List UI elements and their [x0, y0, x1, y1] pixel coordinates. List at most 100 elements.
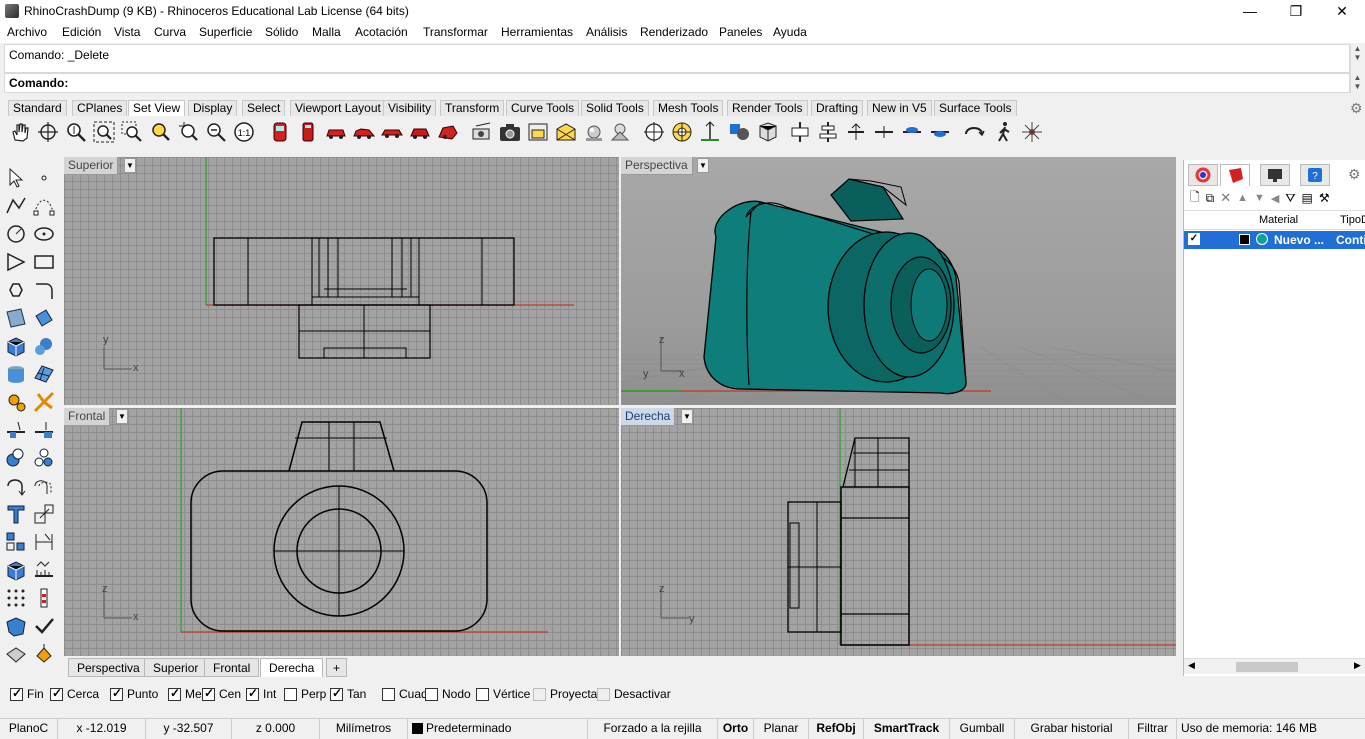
car-back-view-icon[interactable]: [380, 120, 404, 144]
menu-analisis[interactable]: Análisis: [586, 25, 627, 39]
group-icon[interactable]: [4, 530, 28, 554]
material-tool-icon[interactable]: ⚒: [1319, 191, 1330, 205]
viewport-front[interactable]: Frontal ▼ z x: [64, 408, 619, 656]
rectangle-icon[interactable]: [32, 250, 56, 274]
panel-tab-materials-icon[interactable]: [1220, 164, 1250, 186]
menu-edicion[interactable]: Edición: [62, 25, 101, 39]
material-row-check-icon[interactable]: ✓: [1188, 233, 1200, 245]
zoom-window-icon[interactable]: [120, 120, 144, 144]
analyze-icon[interactable]: [32, 586, 56, 610]
menu-acotacion[interactable]: Acotación: [355, 25, 408, 39]
col-type[interactable]: TipoD: [1340, 214, 1365, 226]
grid-dots-icon[interactable]: [4, 586, 28, 610]
osnap-cuad[interactable]: Cuad: [382, 687, 428, 701]
named-view-red2-icon[interactable]: [296, 120, 320, 144]
osnap-checkbox[interactable]: [425, 687, 438, 701]
minimize-button[interactable]: —: [1227, 0, 1273, 22]
osnap-tan[interactable]: Tan: [330, 686, 366, 701]
menu-solido[interactable]: Sólido: [265, 25, 298, 39]
osnap-fin[interactable]: Fin: [10, 686, 44, 701]
viewport-tab-derecha[interactable]: Derecha: [260, 658, 324, 677]
osnap-nodo[interactable]: Nodo: [425, 687, 471, 701]
menu-renderizado[interactable]: Renderizado: [640, 25, 708, 39]
fillet-curve-icon[interactable]: [32, 278, 56, 302]
toolbar-settings-gear-icon[interactable]: ⚙: [1350, 100, 1363, 117]
viewport-tab-perspectiva[interactable]: Perspectiva: [68, 658, 149, 677]
tab-standard[interactable]: Standard: [8, 100, 67, 116]
scale-icon[interactable]: [32, 502, 56, 526]
osnap-proyectar[interactable]: Proyectar: [533, 687, 601, 701]
status-gumball[interactable]: Gumball: [950, 719, 1015, 739]
zoom-1to1-icon[interactable]: 1:1: [232, 120, 256, 144]
osnap-checkbox[interactable]: [284, 687, 297, 701]
status-layer[interactable]: Predeterminado: [408, 719, 588, 739]
ellipse-icon[interactable]: [32, 222, 56, 246]
tilt-view-icon[interactable]: [788, 120, 812, 144]
osnap-checkbox[interactable]: [110, 686, 123, 701]
viewport-tab-frontal[interactable]: Frontal: [204, 658, 260, 677]
array-icon[interactable]: [32, 446, 56, 470]
material-library-icon[interactable]: ▤: [1301, 191, 1312, 205]
arc-icon[interactable]: [4, 250, 28, 274]
surface-blue-icon[interactable]: [4, 614, 28, 638]
menu-vista[interactable]: Vista: [114, 25, 140, 39]
status-osnap[interactable]: RefObj: [809, 719, 864, 739]
ruler-icon[interactable]: [32, 558, 56, 582]
status-units[interactable]: Milímetros: [320, 719, 408, 739]
panel-settings-gear-icon[interactable]: ⚙: [1348, 166, 1361, 183]
trim-icon[interactable]: [32, 418, 56, 442]
spotlight-icon[interactable]: [608, 120, 632, 144]
osnap-checkbox[interactable]: [533, 687, 546, 701]
tab-visibility[interactable]: Visibility: [383, 100, 437, 116]
tab-viewport-layout[interactable]: Viewport Layout: [290, 100, 386, 116]
panel-tab-display-icon[interactable]: [1260, 164, 1290, 186]
command-history-scrollbar[interactable]: ▲ ▼: [1350, 44, 1364, 73]
zoom-out-icon[interactable]: [204, 120, 228, 144]
menu-transformar[interactable]: Transformar: [423, 25, 488, 39]
status-ortho[interactable]: Orto: [718, 719, 754, 739]
car-perspective-view-icon[interactable]: [436, 120, 460, 144]
pan-down-icon[interactable]: [872, 120, 896, 144]
zoom-selected-icon[interactable]: [148, 120, 172, 144]
osnap-checkbox[interactable]: [50, 686, 63, 701]
car-top-view-icon[interactable]: [408, 120, 432, 144]
osnap-int[interactable]: Int: [246, 686, 276, 701]
status-cplane[interactable]: PlanoC: [0, 719, 58, 739]
tab-curve-tools[interactable]: Curve Tools: [506, 100, 580, 116]
osnap-checkbox[interactable]: [597, 687, 610, 701]
status-planar[interactable]: Planar: [754, 719, 809, 739]
tab-display[interactable]: Display: [188, 100, 238, 116]
viewport-perspective-menu-arrow-icon[interactable]: ▼: [697, 158, 709, 173]
place-camera-icon[interactable]: [526, 120, 550, 144]
move-down-icon[interactable]: ▼: [1254, 192, 1265, 204]
filter-funnel-icon[interactable]: ⛛: [1285, 191, 1295, 206]
crosshair-target-icon[interactable]: [642, 120, 666, 144]
split-icon[interactable]: [4, 418, 28, 442]
viewport-tab-superior[interactable]: Superior: [144, 658, 208, 677]
viewport-perspective-label[interactable]: Perspectiva: [621, 157, 693, 175]
text-icon[interactable]: [4, 502, 28, 526]
viewport-right[interactable]: Derecha ▼ z y: [621, 408, 1176, 656]
panel-tab-help-icon[interactable]: ?: [1300, 164, 1330, 186]
box-view-icon[interactable]: [756, 120, 780, 144]
menu-ayuda[interactable]: Ayuda: [773, 25, 807, 39]
offset-curve-icon[interactable]: [32, 474, 56, 498]
car-side-view-icon[interactable]: [352, 120, 376, 144]
status-history[interactable]: Grabar historial: [1015, 719, 1129, 739]
viewport-top[interactable]: Superior ▼ y x: [64, 157, 619, 405]
dimension-icon[interactable]: [32, 530, 56, 554]
osnap-checkbox[interactable]: [476, 687, 489, 701]
material-row[interactable]: ✓ Nuevo ... Conti: [1184, 231, 1365, 249]
checkmark-icon[interactable]: [32, 614, 56, 638]
rotate-view-icon[interactable]: [36, 120, 60, 144]
command-prompt-scrollbar[interactable]: ▲ ▼: [1350, 73, 1364, 93]
osnap-checkbox[interactable]: [202, 686, 215, 701]
solid-sphere-icon[interactable]: [32, 334, 56, 358]
copy-material-icon[interactable]: ⧉: [1206, 191, 1215, 206]
car-front-view-icon[interactable]: [324, 120, 348, 144]
menu-malla[interactable]: Malla: [312, 25, 341, 39]
menu-archivo[interactable]: Archivo: [7, 25, 47, 39]
cube-blue-icon[interactable]: [4, 558, 28, 582]
undo-view-change-icon[interactable]: [176, 120, 200, 144]
osnap-checkbox[interactable]: [330, 686, 343, 701]
